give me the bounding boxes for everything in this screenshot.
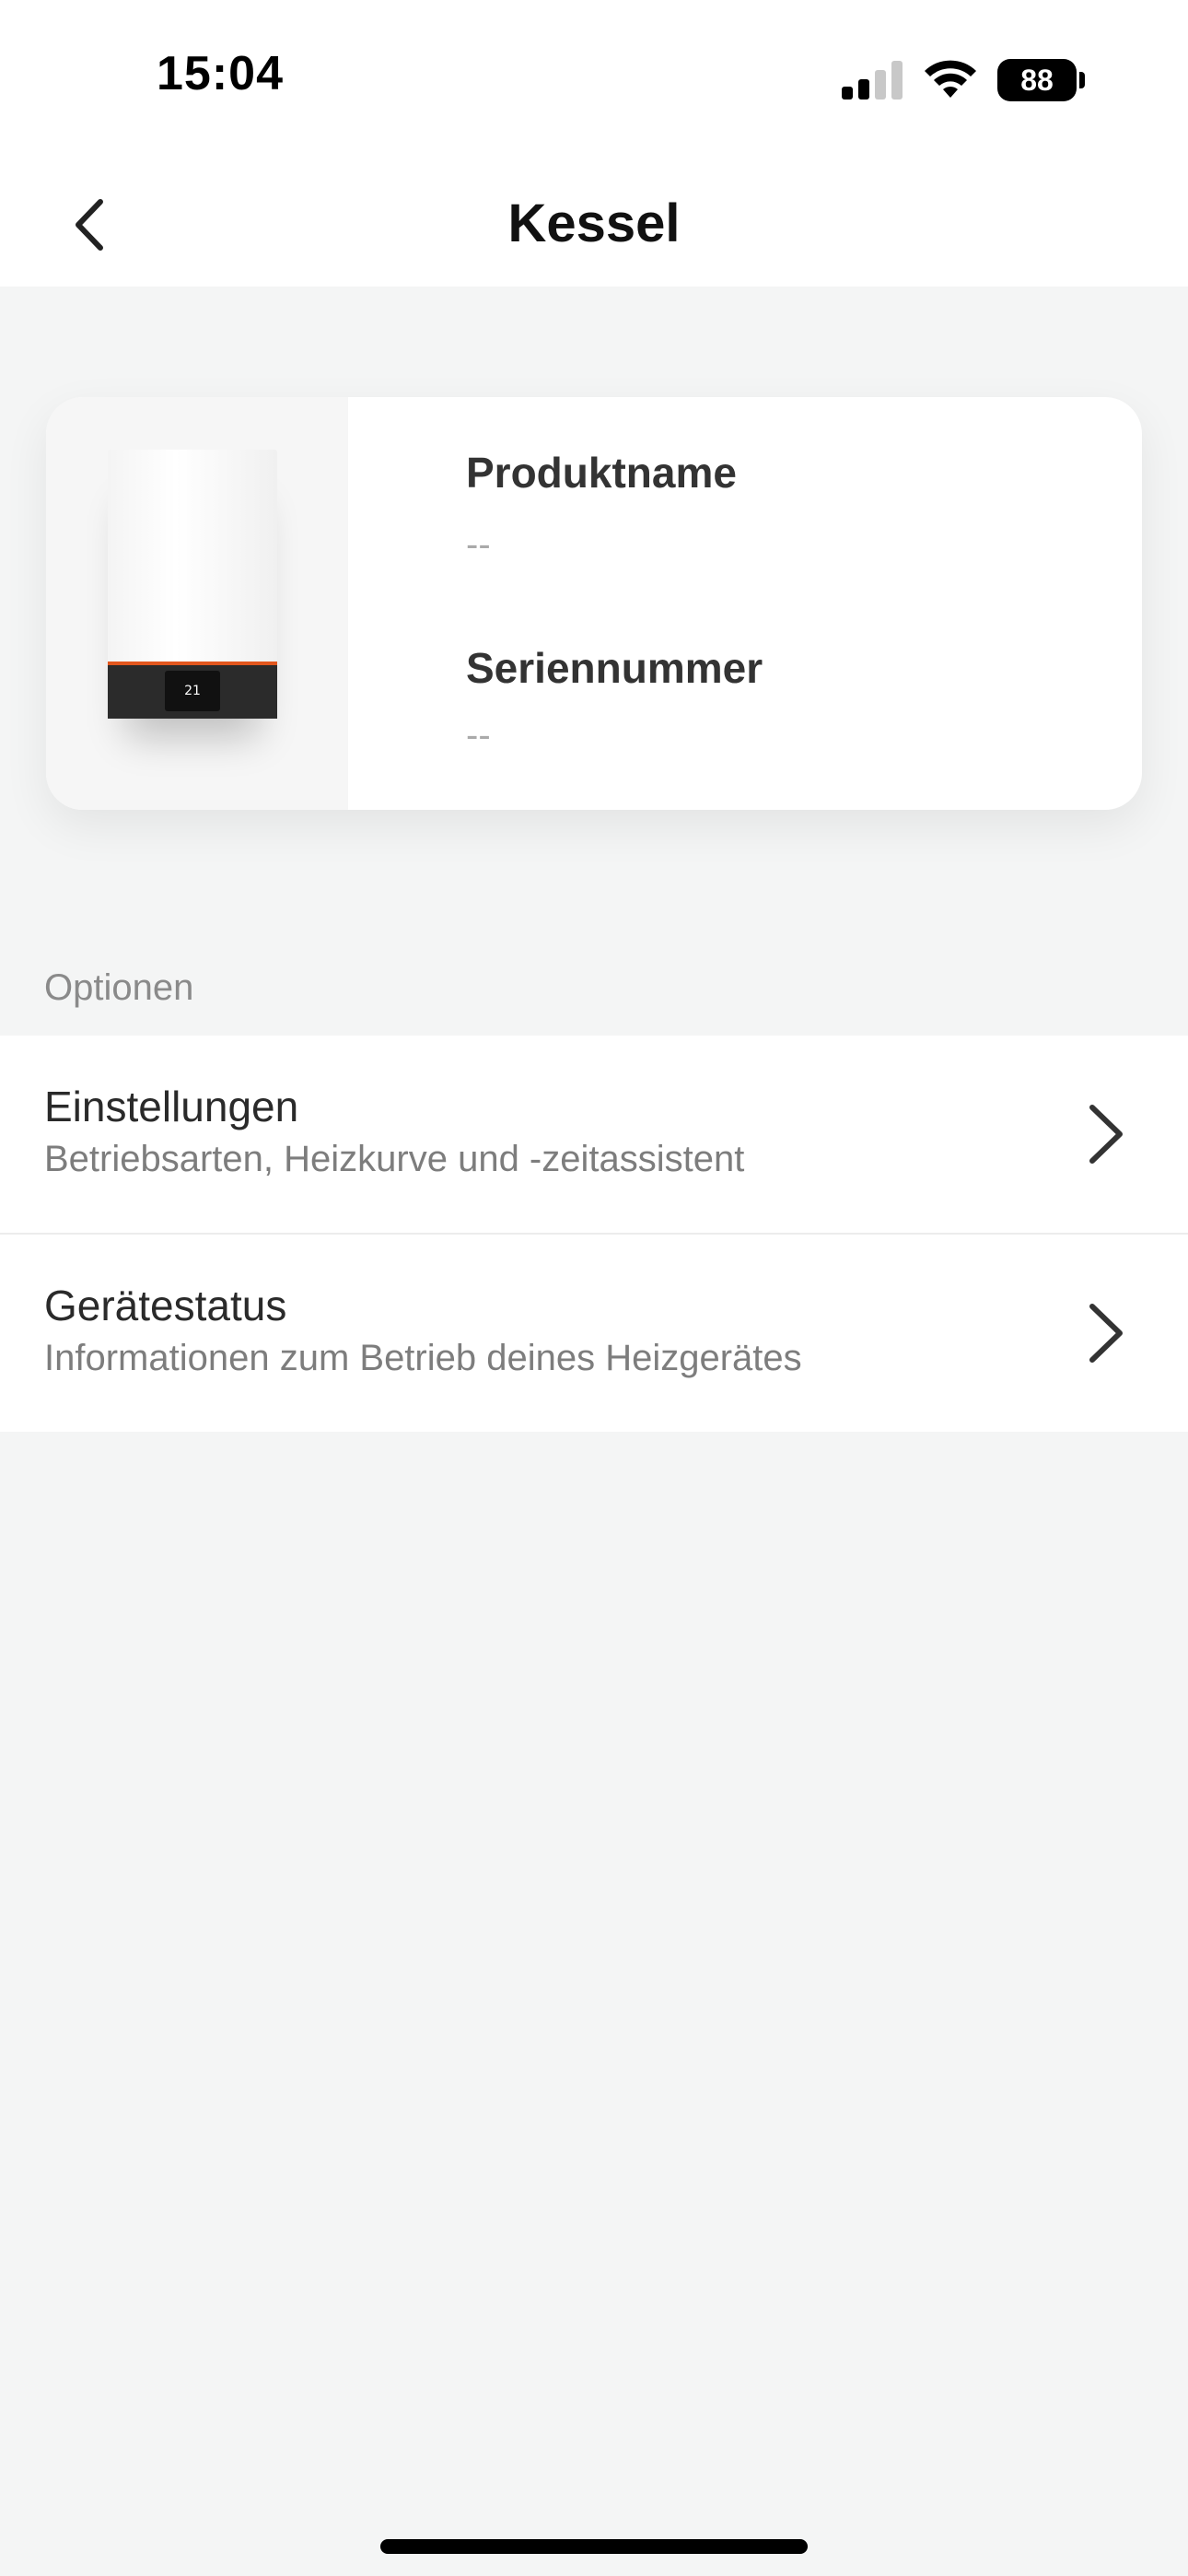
cellular-signal-icon bbox=[842, 61, 904, 100]
settings-title: Einstellungen bbox=[44, 1083, 299, 1130]
product-image-area: 21 bbox=[46, 397, 348, 810]
status-bar: 15:04 88 bbox=[0, 0, 1188, 161]
serial-number-label: Seriennummer bbox=[466, 644, 763, 692]
boiler-image: 21 bbox=[108, 450, 277, 719]
boiler-display: 21 bbox=[165, 671, 220, 711]
product-info: Produktname -- Seriennummer -- bbox=[348, 397, 1142, 810]
settings-row[interactable]: Einstellungen Betriebsarten, Heizkurve u… bbox=[0, 1036, 1188, 1235]
device-status-title: Gerätestatus bbox=[44, 1282, 287, 1329]
home-indicator[interactable] bbox=[380, 2539, 808, 2554]
boiler-control-panel: 21 bbox=[108, 662, 277, 719]
chevron-right-icon bbox=[1089, 1105, 1123, 1164]
options-section-title: Optionen bbox=[44, 967, 194, 1008]
battery-tip bbox=[1079, 72, 1085, 88]
battery-icon: 88 bbox=[997, 59, 1077, 101]
serial-number-value: -- bbox=[466, 715, 491, 755]
back-button[interactable] bbox=[48, 183, 131, 266]
options-list: Einstellungen Betriebsarten, Heizkurve u… bbox=[0, 1036, 1188, 1432]
product-name-label: Produktname bbox=[466, 449, 737, 497]
page-title: Kessel bbox=[507, 193, 681, 253]
navigation-bar: Kessel bbox=[0, 161, 1188, 287]
chevron-right-icon bbox=[1089, 1304, 1123, 1363]
status-time: 15:04 bbox=[157, 47, 284, 100]
device-status-subtitle: Informationen zum Betrieb deines Heizger… bbox=[44, 1338, 802, 1378]
wifi-icon bbox=[925, 60, 976, 98]
settings-subtitle: Betriebsarten, Heizkurve und -zeitassist… bbox=[44, 1139, 745, 1179]
chevron-left-icon bbox=[76, 199, 103, 251]
product-name-value: -- bbox=[466, 524, 491, 565]
product-card: 21 Produktname -- Seriennummer -- bbox=[46, 397, 1142, 810]
device-status-row[interactable]: Gerätestatus Informationen zum Betrieb d… bbox=[0, 1235, 1188, 1432]
